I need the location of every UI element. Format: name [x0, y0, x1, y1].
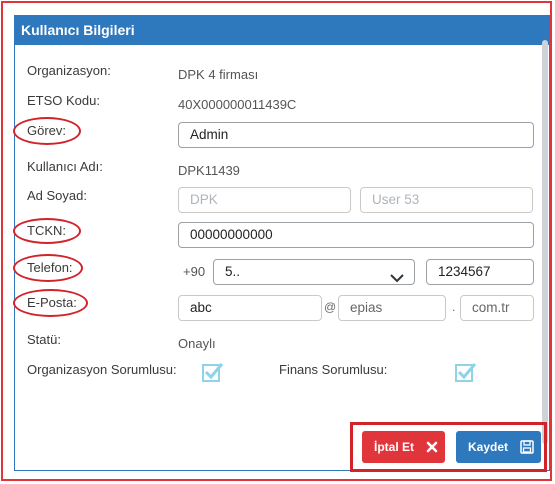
- statu-value: Onaylı: [178, 336, 216, 351]
- email-domain-input[interactable]: epias: [338, 295, 446, 321]
- scrollbar[interactable]: [542, 40, 548, 444]
- gorev-input[interactable]: Admin: [178, 122, 534, 148]
- organizasyon-value: DPK 4 firması: [178, 67, 259, 82]
- phone-number-input[interactable]: 1234567: [426, 259, 534, 285]
- kullanici-adi-value: DPK11439: [178, 163, 240, 178]
- area-code-value: 5..: [225, 264, 241, 279]
- eposta-label: E-Posta:: [27, 295, 77, 310]
- telefon-label: Telefon:: [27, 260, 73, 275]
- etso-label: ETSO Kodu:: [27, 93, 100, 108]
- tckn-label: TCKN:: [27, 223, 66, 238]
- cancel-button[interactable]: İptal Et: [362, 431, 445, 463]
- org-sorumlusu-label: Organizasyon Sorumlusu:: [27, 362, 177, 377]
- save-button[interactable]: Kaydet: [456, 431, 541, 463]
- save-label: Kaydet: [468, 440, 509, 454]
- country-code: +90: [183, 264, 206, 279]
- finans-sorumlusu-checkbox[interactable]: [455, 361, 477, 382]
- etso-value: 40X000000011439C: [178, 97, 297, 112]
- finans-sorumlusu-label: Finans Sorumlusu:: [279, 362, 388, 377]
- organizasyon-label: Organizasyon:: [27, 63, 111, 78]
- chevron-down-icon: [390, 267, 404, 291]
- panel-title: Kullanıcı Bilgileri: [15, 16, 549, 45]
- statu-label: Statü:: [27, 332, 61, 347]
- checkmark-icon: [202, 363, 224, 382]
- checkmark-icon: [455, 363, 477, 382]
- floppy-disk-icon: [520, 440, 534, 454]
- org-sorumlusu-checkbox[interactable]: [202, 361, 224, 382]
- last-name-input[interactable]: User 53: [360, 187, 533, 213]
- ad-soyad-label: Ad Soyad:: [27, 188, 87, 203]
- first-name-input[interactable]: DPK: [178, 187, 351, 213]
- tckn-input[interactable]: 00000000000: [178, 222, 534, 248]
- kullanici-adi-label: Kullanıcı Adı:: [27, 159, 103, 174]
- email-tld-input[interactable]: com.tr: [460, 295, 534, 321]
- cancel-label: İptal Et: [374, 440, 415, 454]
- area-code-select[interactable]: 5..: [213, 259, 415, 285]
- gorev-label: Görev:: [27, 123, 67, 138]
- at-sign: @: [324, 300, 337, 314]
- close-icon: [426, 441, 438, 453]
- dot-separator: .: [452, 300, 456, 314]
- email-user-input[interactable]: abc: [178, 295, 322, 321]
